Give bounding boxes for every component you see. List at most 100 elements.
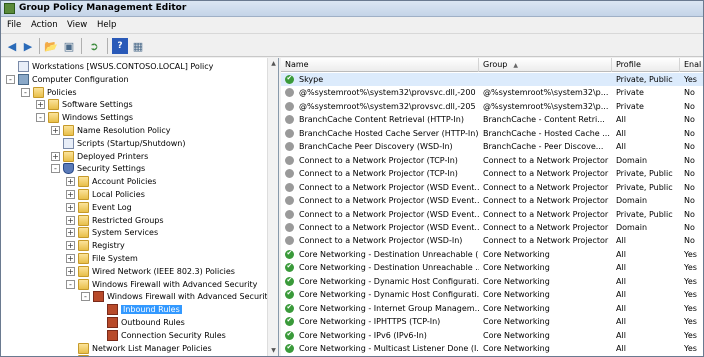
tree-item[interactable]: + System Services [66, 226, 158, 239]
collapse-icon[interactable]: - [6, 74, 15, 84]
export-list-icon[interactable]: ➲ [86, 38, 102, 54]
menu-action[interactable]: Action [31, 20, 58, 30]
tree-item[interactable]: + File System [66, 252, 138, 265]
table-row[interactable]: ✔ Core Networking - Destination Unreachab… [281, 248, 703, 261]
table-row[interactable]: ✔ Core Networking - Internet Group Manage… [281, 302, 703, 315]
table-row[interactable]: Connect to a Network Projector (TCP-In) C… [281, 154, 703, 167]
table-row[interactable]: Connect to a Network Projector (WSD Even… [281, 181, 703, 194]
expand-icon[interactable]: + [66, 228, 75, 238]
tree-item[interactable]: + Local Policies [66, 188, 145, 201]
expand-icon[interactable]: + [66, 177, 75, 187]
tree-item[interactable]: - Windows Firewall with Advanced Security [66, 278, 257, 291]
tree-item[interactable]: Network List Manager Policies [66, 342, 212, 355]
cell-profile: Domain [616, 222, 648, 232]
up-folder-icon[interactable]: 📂 [43, 38, 59, 54]
forward-icon[interactable]: ▶ [20, 38, 36, 54]
folder-icon [78, 278, 89, 290]
table-row[interactable]: ✔ Core Networking - IPv6 (IPv6-In) Core Ne… [281, 329, 703, 342]
expand-icon[interactable]: + [66, 202, 75, 212]
column-header-enabled[interactable]: Enal [680, 58, 703, 72]
expand-icon[interactable]: + [36, 100, 45, 110]
tree-item[interactable]: Outbound Rules [95, 316, 185, 329]
tree-item[interactable]: - Policies [21, 86, 77, 99]
cell-group: Core Networking [483, 344, 550, 353]
table-row[interactable]: Connect to a Network Projector (WSD Even… [281, 208, 703, 221]
tree-item[interactable]: Connection Security Rules [95, 329, 226, 342]
tree-item-label: Workstations [WSUS.CONTOSO.LOCAL] Policy [32, 62, 214, 71]
tree-item[interactable]: +Wireless Network (IEEE 802.11) Policies [66, 354, 250, 356]
table-row[interactable]: @%systemroot%\system32\provsvc.dll,-200 @… [281, 86, 703, 99]
cell-profile: Private [616, 101, 644, 111]
cell-profile: All [616, 142, 626, 152]
table-row[interactable]: Connect to a Network Projector (WSD Even… [281, 221, 703, 234]
table-row[interactable]: BranchCache Peer Discovery (WSD-In) Branc… [281, 140, 703, 153]
tree-item-label: Policies [47, 87, 77, 97]
tree-item[interactable]: + Name Resolution Policy [51, 124, 171, 137]
expand-icon[interactable]: + [66, 190, 75, 199]
cell-name: Skype [299, 75, 324, 84]
tree-item-label: Restricted Groups [92, 215, 164, 225]
collapse-icon[interactable]: - [21, 87, 30, 97]
table-row[interactable]: BranchCache Content Retrieval (HTTP-In) B… [281, 113, 703, 126]
cell-group: @%systemroot%\system32\p... [483, 88, 609, 98]
table-row[interactable]: ✔ Skype Private, Public Yes [281, 73, 703, 87]
table-row[interactable]: Connect to a Network Projector (TCP-In) C… [281, 167, 703, 180]
column-header-profile[interactable]: Profile [612, 58, 680, 72]
expand-icon[interactable]: + [66, 241, 75, 251]
tree-item-label: Outbound Rules [121, 318, 185, 327]
show-hide-tree-icon[interactable]: ▣ [61, 38, 77, 54]
table-row[interactable]: @%systemroot%\system32\provsvc.dll,-205 @… [281, 100, 703, 113]
folder-icon [63, 125, 74, 136]
tree-item[interactable]: + Software Settings [36, 98, 133, 111]
table-row[interactable]: ✔ Core Networking - IPHTTPS (TCP-In) Core … [281, 315, 703, 328]
tree-item[interactable]: - Windows Settings [36, 111, 133, 124]
menu-file[interactable]: File [7, 20, 21, 30]
expand-icon[interactable]: + [51, 126, 60, 135]
table-row[interactable]: Connect to a Network Projector (WSD-In) C… [281, 234, 703, 247]
expand-icon[interactable]: + [66, 215, 75, 225]
tree-item[interactable]: + Wired Network (IEEE 802.3) Policies [66, 265, 235, 278]
tree-item[interactable]: Inbound Rules [95, 303, 182, 316]
tree-item[interactable]: Workstations [WSUS.CONTOSO.LOCAL] Policy [6, 60, 213, 73]
rule-disabled-icon [285, 88, 294, 98]
cell-name: BranchCache Content Retrieval (HTTP-In) [299, 115, 464, 125]
table-row[interactable]: ✔ Core Networking - Dynamic Host Configur… [281, 288, 703, 301]
scroll-up-icon[interactable]: ▲ [269, 59, 278, 68]
firewall-icon [107, 317, 118, 328]
tree-scrollbar[interactable]: ▲ ▼ [267, 58, 278, 356]
tree-item-label: Wired Network (IEEE 802.3) Policies [92, 266, 235, 276]
tree-item-label: Scripts (Startup/Shutdown) [77, 138, 186, 148]
tree-item[interactable]: - Computer Configuration [6, 73, 129, 86]
table-row[interactable]: ✔ Core Networking - Dynamic Host Configur… [281, 275, 703, 288]
help-icon[interactable]: ? [112, 38, 128, 54]
collapse-icon[interactable]: - [81, 292, 90, 302]
rule-enabled-icon: ✔ [285, 249, 294, 259]
properties-icon[interactable]: ▦ [130, 38, 146, 54]
menu-help[interactable]: Help [97, 20, 116, 30]
tree-item[interactable]: - Security Settings [51, 162, 145, 175]
back-icon[interactable]: ◀ [4, 38, 20, 54]
tree-item[interactable]: + Registry [66, 239, 125, 252]
expand-icon[interactable]: + [66, 254, 75, 263]
tree-item-label: Event Log [92, 202, 132, 212]
table-row[interactable]: BranchCache Hosted Cache Server (HTTP-In… [281, 127, 703, 140]
column-header-group[interactable]: Group ▲ [479, 58, 612, 72]
tree-item[interactable]: + Account Policies [66, 175, 156, 188]
scroll-down-icon[interactable]: ▼ [269, 346, 278, 355]
tree-item[interactable]: + Deployed Printers [51, 150, 148, 163]
table-row[interactable]: ✔ Core Networking - Destination Unreachab… [281, 261, 703, 274]
expand-icon[interactable]: + [66, 266, 75, 276]
table-row[interactable]: Connect to a Network Projector (WSD Even… [281, 194, 703, 207]
tree-item[interactable]: Scripts (Startup/Shutdown) [51, 137, 185, 150]
collapse-icon[interactable]: - [51, 164, 60, 174]
tree-item[interactable]: + Event Log [66, 201, 132, 214]
column-header-name[interactable]: Name [281, 58, 479, 72]
collapse-icon[interactable]: - [66, 279, 75, 289]
tree-item[interactable]: + Restricted Groups [66, 214, 164, 227]
tree-item[interactable]: - Windows Firewall with Advanced Security… [81, 290, 278, 303]
expand-icon[interactable]: + [51, 151, 60, 161]
toolbar-separator [107, 38, 108, 54]
table-row[interactable]: ✔ Core Networking - Multicast Listener Do… [281, 342, 703, 355]
collapse-icon[interactable]: - [36, 113, 45, 123]
menu-view[interactable]: View [67, 20, 87, 30]
